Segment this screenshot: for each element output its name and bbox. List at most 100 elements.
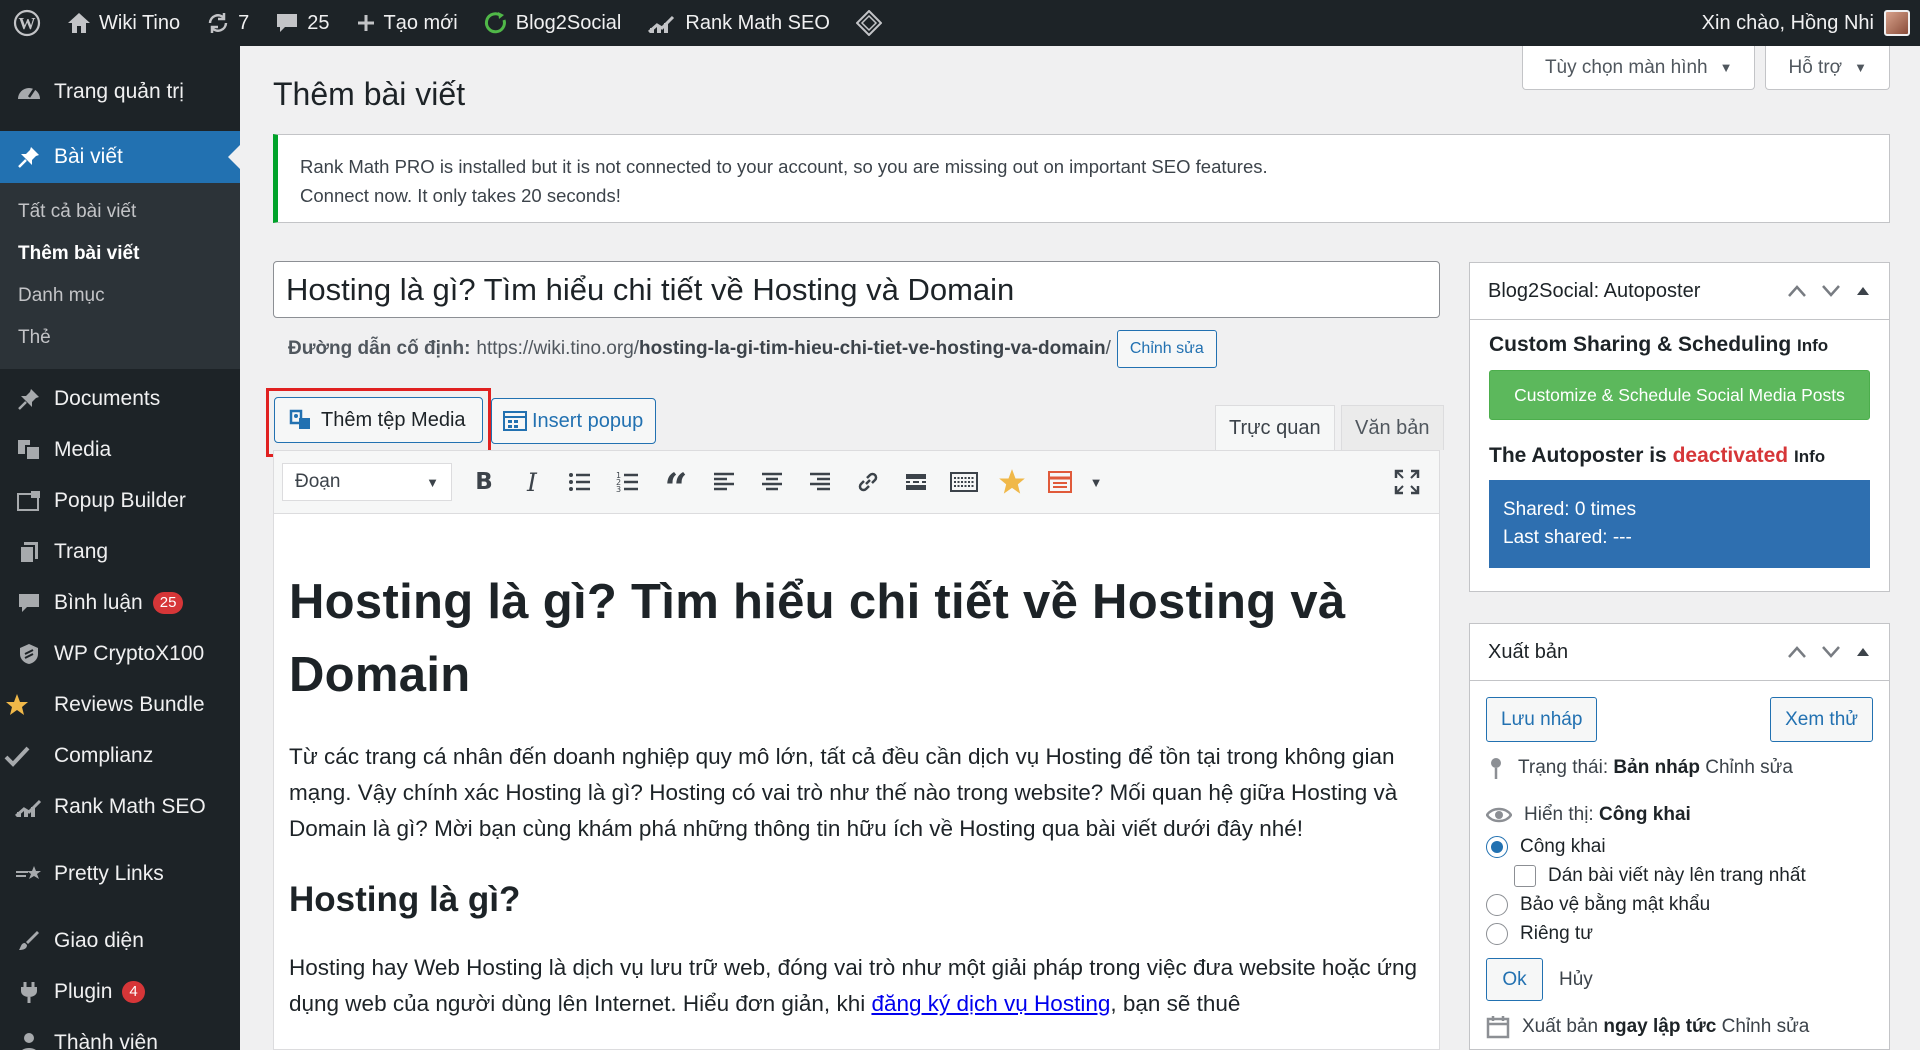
align-left-button[interactable] bbox=[700, 462, 748, 502]
sidebar-item-plugins[interactable]: Plugin 4 bbox=[0, 966, 240, 1017]
visibility-private-option[interactable]: Riêng tư bbox=[1486, 919, 1873, 948]
content-paragraph-1: Từ các trang cá nhân đến doanh nghiệp qu… bbox=[289, 744, 1398, 841]
cancel-link[interactable]: Hủy bbox=[1559, 969, 1593, 991]
blog2social-link[interactable]: Blog2Social bbox=[471, 0, 635, 46]
sidebar-item-documents[interactable]: Documents bbox=[0, 373, 240, 424]
notice-line-2[interactable]: Connect now. It only takes 20 seconds! bbox=[300, 181, 1867, 210]
sidebar-item-popup-builder[interactable]: Popup Builder bbox=[0, 475, 240, 526]
toolbar-toggle-button[interactable] bbox=[940, 462, 988, 502]
account-menu[interactable]: Xin chào, Hồng Nhi bbox=[1702, 0, 1920, 46]
brush-icon bbox=[14, 929, 44, 953]
radio-public[interactable] bbox=[1486, 835, 1508, 858]
edit-status-link[interactable]: Chỉnh sửa bbox=[1705, 757, 1793, 778]
post-title-input[interactable]: Hosting là gì? Tìm hiểu chi tiết về Host… bbox=[273, 261, 1440, 318]
save-draft-button[interactable]: Lưu nháp bbox=[1486, 697, 1598, 742]
submenu-categories[interactable]: Danh mục bbox=[0, 275, 240, 317]
italic-button[interactable]: I bbox=[508, 462, 556, 502]
collapse-triangle-icon[interactable] bbox=[1855, 285, 1871, 297]
help-button[interactable]: Hỗ trợ ▼ bbox=[1765, 46, 1890, 90]
sticky-checkbox[interactable] bbox=[1514, 864, 1536, 887]
preview-button[interactable]: Xem thử bbox=[1770, 697, 1873, 742]
fullscreen-button[interactable] bbox=[1383, 462, 1431, 502]
chevron-down-icon[interactable] bbox=[1821, 645, 1841, 659]
sidebar-item-dashboard[interactable]: Trang quản trị bbox=[0, 66, 240, 117]
info-link[interactable]: Info bbox=[1797, 336, 1828, 355]
sidebar-item-pretty-links[interactable]: Pretty Links bbox=[0, 848, 240, 899]
bold-button[interactable]: B bbox=[460, 462, 508, 502]
sidebar-item-pages[interactable]: Trang bbox=[0, 526, 240, 577]
dashboard-icon bbox=[14, 81, 44, 103]
sidebar-item-label: Bài viết bbox=[54, 145, 123, 168]
sidebar-item-complianz[interactable]: Complianz bbox=[0, 730, 240, 781]
edit-schedule-link[interactable]: Chỉnh sửa bbox=[1722, 1016, 1810, 1037]
align-right-button[interactable] bbox=[796, 462, 844, 502]
editor-content[interactable]: Hosting là gì? Tìm hiểu chi tiết về Host… bbox=[274, 566, 1439, 1022]
sidebar-item-reviews-bundle[interactable]: Reviews Bundle bbox=[0, 679, 240, 730]
ok-button[interactable]: Ok bbox=[1486, 958, 1543, 1001]
sidebar-item-users[interactable]: Thành viên bbox=[0, 1017, 240, 1050]
numbered-list-button[interactable]: 123 bbox=[604, 462, 652, 502]
visibility-public-option[interactable]: Công khai bbox=[1486, 832, 1873, 861]
sidebar-item-appearance[interactable]: Giao diện bbox=[0, 915, 240, 966]
customize-schedule-button[interactable]: Customize & Schedule Social Media Posts bbox=[1489, 370, 1870, 420]
permalink-slug: hosting-la-gi-tim-hieu-chi-tiet-ve-hosti… bbox=[639, 338, 1106, 359]
read-more-button[interactable] bbox=[892, 462, 940, 502]
tab-visual[interactable]: Trực quan bbox=[1215, 405, 1335, 451]
blog2social-icon bbox=[484, 11, 508, 35]
sidebar-item-label: Trang quản trị bbox=[54, 79, 184, 103]
comments-badge: 25 bbox=[152, 591, 184, 614]
submenu-add-new[interactable]: Thêm bài viết bbox=[0, 233, 240, 275]
edit-slug-button[interactable]: Chỉnh sửa bbox=[1116, 330, 1217, 368]
format-select[interactable]: Đoạn ▼ bbox=[282, 463, 452, 501]
bullet-list-button[interactable] bbox=[556, 462, 604, 502]
new-content-link[interactable]: Tạo mới bbox=[343, 0, 471, 46]
comments-link[interactable]: 25 bbox=[262, 0, 342, 46]
collapse-triangle-icon[interactable] bbox=[1855, 646, 1871, 658]
submenu-tags[interactable]: Thẻ bbox=[0, 317, 240, 359]
option-label: Dán bài viết này lên trang nhất bbox=[1548, 864, 1806, 886]
updates-link[interactable]: 7 bbox=[193, 0, 262, 46]
add-media-button[interactable]: Thêm tệp Media bbox=[274, 397, 483, 443]
align-center-button[interactable] bbox=[748, 462, 796, 502]
sidebar-item-comments[interactable]: Bình luận 25 bbox=[0, 577, 240, 628]
sidebar-item-media[interactable]: Media bbox=[0, 424, 240, 475]
info-link[interactable]: Info bbox=[1794, 447, 1825, 466]
notice-line-1: Rank Math PRO is installed but it is not… bbox=[300, 156, 1268, 177]
hosting-link[interactable]: đăng ký dịch vụ Hosting bbox=[871, 991, 1110, 1016]
sidebar-item-label: Reviews Bundle bbox=[54, 692, 205, 716]
page-icon bbox=[14, 540, 44, 564]
diamond-menu-icon[interactable] bbox=[843, 0, 895, 46]
rank-math-link[interactable]: Rank Math SEO bbox=[634, 0, 843, 46]
popup-shortcode-button[interactable] bbox=[1036, 462, 1084, 502]
submenu-all-posts[interactable]: Tất cả bài viết bbox=[0, 191, 240, 233]
updates-icon bbox=[206, 11, 230, 35]
visibility-password-option[interactable]: Bảo vệ bằng mật khẩu bbox=[1486, 890, 1873, 919]
chevron-down-icon[interactable] bbox=[1821, 284, 1841, 298]
autoposter-heading: The Autoposter is deactivated Info bbox=[1489, 444, 1870, 468]
popup-icon bbox=[14, 489, 44, 513]
link-button[interactable] bbox=[844, 462, 892, 502]
site-name: Wiki Tino bbox=[99, 11, 181, 34]
more-dropdown-button[interactable]: ▼ bbox=[1084, 462, 1108, 502]
sticky-option[interactable]: Dán bài viết này lên trang nhất bbox=[1486, 861, 1873, 890]
sidebar-item-label: Popup Builder bbox=[54, 488, 186, 512]
user-icon bbox=[14, 1031, 44, 1050]
chevron-up-icon[interactable] bbox=[1787, 645, 1807, 659]
blockquote-button[interactable]: “ bbox=[652, 462, 700, 509]
sidebar-item-wp-cryptox100[interactable]: WP CryptoX100 bbox=[0, 628, 240, 679]
sidebar-item-rank-math[interactable]: Rank Math SEO bbox=[0, 781, 240, 832]
rating-button[interactable] bbox=[988, 462, 1036, 502]
status-value: Bản nháp bbox=[1613, 757, 1700, 778]
radio-private[interactable] bbox=[1486, 922, 1508, 945]
insert-popup-label: Insert popup bbox=[532, 409, 644, 432]
site-name-link[interactable]: Wiki Tino bbox=[54, 0, 193, 46]
radio-password[interactable] bbox=[1486, 893, 1508, 916]
sidebar-item-posts[interactable]: Bài viết bbox=[0, 131, 240, 183]
chevron-up-icon[interactable] bbox=[1787, 284, 1807, 298]
insert-popup-button[interactable]: Insert popup bbox=[491, 398, 656, 444]
tab-text[interactable]: Văn bản bbox=[1341, 405, 1444, 450]
check-icon bbox=[2, 745, 32, 767]
screen-options-button[interactable]: Tùy chọn màn hình ▼ bbox=[1521, 46, 1756, 90]
wordpress-logo-icon[interactable]: W bbox=[0, 0, 54, 46]
permalink-link[interactable]: https://wiki.tino.org/hosting-la-gi-tim-… bbox=[476, 338, 1110, 360]
